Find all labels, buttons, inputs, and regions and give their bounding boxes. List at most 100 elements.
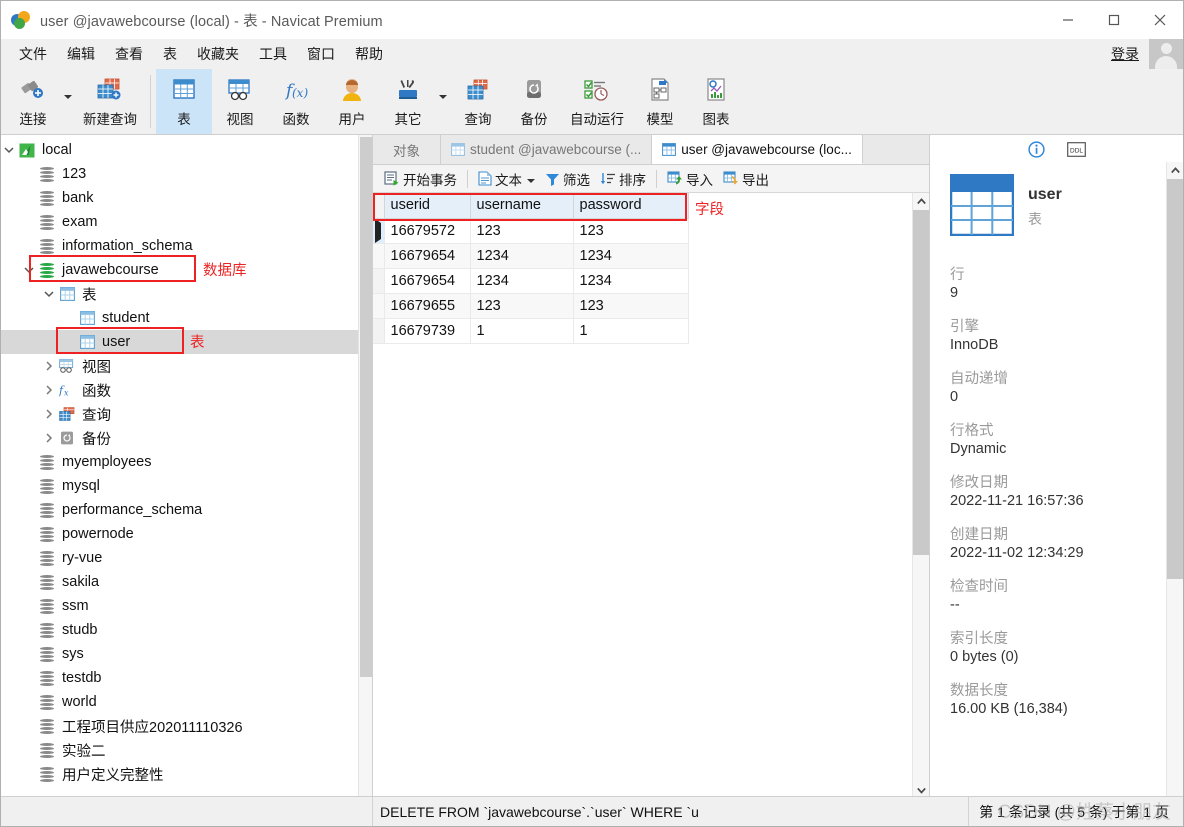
tree-item-local[interactable]: local bbox=[1, 138, 372, 162]
connection-dropdown-caret[interactable] bbox=[61, 69, 75, 134]
tree-item-实验二[interactable]: 实验二 bbox=[1, 738, 372, 762]
tree-item-用户定义完整性[interactable]: 用户定义完整性 bbox=[1, 762, 372, 786]
toolbar-other[interactable]: 其它 bbox=[380, 69, 436, 134]
info-scroll-thumb[interactable] bbox=[1166, 179, 1183, 579]
grid-scroll-thumb[interactable] bbox=[912, 210, 929, 555]
toolbar-model[interactable]: 模型 bbox=[632, 69, 688, 134]
menu-file[interactable]: 文件 bbox=[9, 41, 57, 67]
tree-item-sys[interactable]: sys bbox=[1, 642, 372, 666]
grid-cell[interactable]: 16679739 bbox=[383, 318, 471, 344]
close-button[interactable] bbox=[1137, 1, 1183, 39]
tree-item-testdb[interactable]: testdb bbox=[1, 666, 372, 690]
tree-item-information_schema[interactable]: information_schema bbox=[1, 234, 372, 258]
toolbar-query[interactable]: 查询 bbox=[450, 69, 506, 134]
avatar[interactable] bbox=[1149, 39, 1183, 69]
grid-column-header[interactable]: username bbox=[469, 193, 574, 219]
table-row[interactable]: 16679655 123 123 bbox=[373, 293, 689, 319]
tree-item-工程项目供应202011110326[interactable]: 工程项目供应202011110326 bbox=[1, 714, 372, 738]
sidebar-scrollbar[interactable] bbox=[358, 135, 372, 826]
grid-cell[interactable]: 16679655 bbox=[383, 293, 471, 319]
data-grid[interactable]: userid username password 16679572 123 123 1667… bbox=[373, 193, 689, 344]
sort-button[interactable]: 排序 bbox=[595, 167, 651, 191]
chevron-down-icon[interactable] bbox=[21, 258, 37, 282]
menu-favorites[interactable]: 收藏夹 bbox=[187, 41, 249, 67]
tree-item-ssm[interactable]: ssm bbox=[1, 594, 372, 618]
login-link[interactable]: 登录 bbox=[1111, 44, 1139, 64]
toolbar-connection[interactable]: 连接 bbox=[5, 69, 61, 134]
other-dropdown-caret[interactable] bbox=[436, 69, 450, 134]
menu-help[interactable]: 帮助 bbox=[345, 41, 393, 67]
maximize-button[interactable] bbox=[1091, 1, 1137, 39]
chevron-right-icon[interactable] bbox=[41, 426, 57, 450]
grid-cell[interactable]: 123 bbox=[469, 218, 574, 244]
grid-cell[interactable]: 1 bbox=[572, 318, 689, 344]
grid-scroll-track[interactable] bbox=[912, 210, 929, 782]
tree-item-studb[interactable]: studb bbox=[1, 618, 372, 642]
text-dropdown-caret[interactable] bbox=[527, 171, 535, 186]
tab-user-table[interactable]: user @javawebcourse (loc... bbox=[652, 135, 863, 164]
chevron-right-icon[interactable] bbox=[41, 378, 57, 402]
grid-column-header[interactable]: userid bbox=[383, 193, 471, 219]
scroll-up-arrow[interactable] bbox=[913, 193, 930, 210]
chevron-down-icon[interactable] bbox=[1, 138, 17, 162]
menu-tools[interactable]: 工具 bbox=[249, 41, 297, 67]
tree-item-表[interactable]: 表 bbox=[1, 282, 372, 306]
tree-item-performance_schema[interactable]: performance_schema bbox=[1, 498, 372, 522]
minimize-button[interactable] bbox=[1045, 1, 1091, 39]
toolbar-function[interactable]: f (x) 函数 bbox=[268, 69, 324, 134]
tree-item-student[interactable]: student bbox=[1, 306, 372, 330]
grid-cell[interactable]: 1234 bbox=[469, 243, 574, 269]
chevron-right-icon[interactable] bbox=[41, 402, 57, 426]
toolbar-backup[interactable]: 备份 bbox=[506, 69, 562, 134]
grid-cell[interactable]: 123 bbox=[572, 218, 689, 244]
tree-item-user[interactable]: user bbox=[1, 330, 372, 354]
sidebar-scrollbar-thumb[interactable] bbox=[360, 137, 372, 677]
menu-window[interactable]: 窗口 bbox=[297, 41, 345, 67]
grid-cell[interactable]: 16679654 bbox=[383, 243, 471, 269]
table-row[interactable]: 16679739 1 1 bbox=[373, 318, 689, 344]
filter-button[interactable]: 筛选 bbox=[540, 167, 595, 191]
tree-item-powernode[interactable]: powernode bbox=[1, 522, 372, 546]
grid-cell[interactable]: 123 bbox=[469, 293, 574, 319]
tree-item-bank[interactable]: bank bbox=[1, 186, 372, 210]
toolbar-new-query[interactable]: 新建查询 bbox=[75, 69, 145, 134]
grid-cell[interactable]: 16679654 bbox=[383, 268, 471, 294]
table-row[interactable]: 16679654 1234 1234 bbox=[373, 268, 689, 294]
table-row[interactable]: 16679654 1234 1234 bbox=[373, 243, 689, 269]
grid-column-header[interactable]: password bbox=[572, 193, 689, 219]
tree-item-备份[interactable]: 备份 bbox=[1, 426, 372, 450]
info-icon[interactable] bbox=[1026, 140, 1048, 160]
menu-view[interactable]: 查看 bbox=[105, 41, 153, 67]
grid-cell[interactable]: 1 bbox=[469, 318, 574, 344]
info-scroll-track[interactable] bbox=[1166, 179, 1183, 809]
ddl-icon[interactable]: DDL bbox=[1066, 140, 1088, 160]
import-button[interactable]: 导入 bbox=[662, 167, 718, 191]
begin-transaction-button[interactable]: 开始事务 bbox=[379, 167, 462, 191]
grid-cell[interactable]: 1234 bbox=[572, 268, 689, 294]
toolbar-user[interactable]: 用户 bbox=[324, 69, 380, 134]
tree-item-查询[interactable]: 查询 bbox=[1, 402, 372, 426]
toolbar-table[interactable]: 表 bbox=[156, 69, 212, 134]
grid-vertical-scrollbar[interactable] bbox=[912, 193, 929, 799]
tab-student-table[interactable]: student @javawebcourse (... bbox=[441, 135, 653, 164]
toolbar-view[interactable]: 视图 bbox=[212, 69, 268, 134]
grid-cell[interactable]: 1234 bbox=[572, 243, 689, 269]
tree-item-123[interactable]: 123 bbox=[1, 162, 372, 186]
table-row[interactable]: 16679572 123 123 bbox=[373, 218, 689, 244]
tree-item-ry-vue[interactable]: ry-vue bbox=[1, 546, 372, 570]
info-panel-scrollbar[interactable] bbox=[1166, 162, 1183, 826]
text-button[interactable]: 文本 bbox=[473, 167, 540, 191]
chevron-down-icon[interactable] bbox=[41, 282, 57, 306]
grid-cell[interactable]: 123 bbox=[572, 293, 689, 319]
tree-item-myemployees[interactable]: myemployees bbox=[1, 450, 372, 474]
tree-item-mysql[interactable]: mysql bbox=[1, 474, 372, 498]
export-button[interactable]: 导出 bbox=[718, 167, 774, 191]
grid-cell[interactable]: 1234 bbox=[469, 268, 574, 294]
toolbar-chart[interactable]: 图表 bbox=[688, 69, 744, 134]
tree-item-函数[interactable]: f x 函数 bbox=[1, 378, 372, 402]
menu-table[interactable]: 表 bbox=[153, 41, 187, 67]
grid-cell[interactable]: 16679572 bbox=[383, 218, 471, 244]
tree-item-javawebcourse[interactable]: javawebcourse bbox=[1, 258, 372, 282]
tree-item-视图[interactable]: 视图 bbox=[1, 354, 372, 378]
tree-item-exam[interactable]: exam bbox=[1, 210, 372, 234]
